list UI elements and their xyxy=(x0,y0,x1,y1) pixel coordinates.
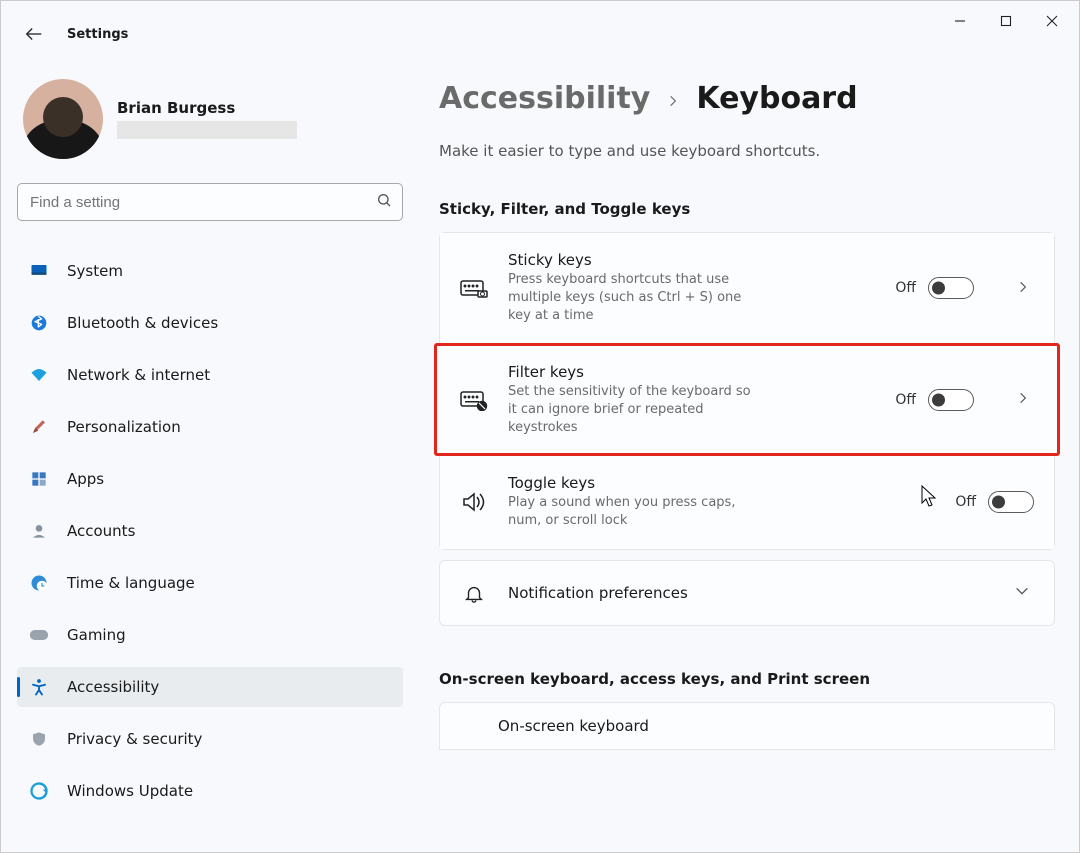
setting-title: Notification preferences xyxy=(508,584,972,602)
person-icon xyxy=(29,521,49,541)
globe-clock-icon xyxy=(29,573,49,593)
expand-button[interactable] xyxy=(1012,386,1034,413)
nav-label: Accessibility xyxy=(67,678,159,696)
setting-row-toggle-keys[interactable]: Toggle keys Play a sound when you press … xyxy=(440,455,1054,548)
toggle-state: Off xyxy=(895,392,916,408)
nav-label: Apps xyxy=(67,470,104,488)
maximize-button[interactable] xyxy=(983,5,1029,37)
keyboard-filter-icon xyxy=(460,389,488,411)
nav-item-system[interactable]: System xyxy=(17,251,403,291)
wifi-icon xyxy=(29,365,49,385)
nav-label: Gaming xyxy=(67,626,126,644)
nav-item-windows-update[interactable]: Windows Update xyxy=(17,771,403,811)
window-titlebar xyxy=(1,1,1079,41)
paintbrush-icon xyxy=(29,417,49,437)
toggle-keys-toggle[interactable] xyxy=(988,491,1034,513)
toggle-state: Off xyxy=(895,280,916,296)
nav-label: Privacy & security xyxy=(67,730,202,748)
nav-label: Time & language xyxy=(67,574,195,592)
sidebar: Brian Burgess System xyxy=(1,71,419,852)
search-box[interactable] xyxy=(17,183,403,221)
apps-icon xyxy=(29,469,49,489)
bell-icon xyxy=(460,582,488,604)
profile-block[interactable]: Brian Burgess xyxy=(17,71,403,183)
chevron-right-icon xyxy=(666,92,680,113)
accessibility-icon xyxy=(29,677,49,697)
search-icon xyxy=(376,192,392,212)
setting-desc: Set the sensitivity of the keyboard so i… xyxy=(508,383,758,438)
search-input[interactable] xyxy=(28,193,376,212)
avatar xyxy=(23,79,103,159)
setting-title: Toggle keys xyxy=(508,474,935,492)
speaker-icon xyxy=(460,491,488,513)
nav-list: System Bluetooth & devices Network & int… xyxy=(17,251,403,811)
gamepad-icon xyxy=(29,625,49,645)
setting-title: On-screen keyboard xyxy=(498,717,649,735)
nav-item-gaming[interactable]: Gaming xyxy=(17,615,403,655)
minimize-button[interactable] xyxy=(937,5,983,37)
toggle-state: Off xyxy=(955,494,976,510)
breadcrumb-parent[interactable]: Accessibility xyxy=(439,81,650,116)
profile-email-redacted xyxy=(117,121,297,139)
shield-icon xyxy=(29,729,49,749)
nav-label: Bluetooth & devices xyxy=(67,314,218,332)
nav-item-network[interactable]: Network & internet xyxy=(17,355,403,395)
setting-desc: Play a sound when you press caps, num, o… xyxy=(508,494,758,530)
monitor-icon xyxy=(29,261,49,281)
close-button[interactable] xyxy=(1029,5,1075,37)
breadcrumb: Accessibility Keyboard xyxy=(439,81,1055,116)
setting-row-notification-preferences[interactable]: Notification preferences xyxy=(439,560,1055,626)
back-button[interactable] xyxy=(19,19,49,49)
nav-label: Windows Update xyxy=(67,782,193,800)
setting-desc: Press keyboard shortcuts that use multip… xyxy=(508,271,758,326)
nav-item-apps[interactable]: Apps xyxy=(17,459,403,499)
nav-label: Network & internet xyxy=(67,366,210,384)
keyboard-icon xyxy=(460,278,488,298)
app-title: Settings xyxy=(67,27,128,42)
content-pane: Accessibility Keyboard Make it easier to… xyxy=(419,71,1079,852)
setting-title: Filter keys xyxy=(508,363,875,381)
page-subtitle: Make it easier to type and use keyboard … xyxy=(439,142,1055,160)
nav-item-accounts[interactable]: Accounts xyxy=(17,511,403,551)
nav-item-time-language[interactable]: Time & language xyxy=(17,563,403,603)
update-icon xyxy=(29,781,49,801)
sticky-keys-toggle[interactable] xyxy=(928,277,974,299)
breadcrumb-current: Keyboard xyxy=(696,81,857,116)
section-title-keys: Sticky, Filter, and Toggle keys xyxy=(439,200,1055,218)
filter-keys-toggle[interactable] xyxy=(928,389,974,411)
expand-button[interactable] xyxy=(1012,275,1034,302)
setting-row-onscreen-keyboard[interactable]: On-screen keyboard xyxy=(439,702,1055,750)
nav-item-accessibility[interactable]: Accessibility xyxy=(17,667,403,707)
nav-label: Personalization xyxy=(67,418,181,436)
nav-item-privacy[interactable]: Privacy & security xyxy=(17,719,403,759)
section-title-osk: On-screen keyboard, access keys, and Pri… xyxy=(439,670,1055,688)
nav-label: Accounts xyxy=(67,522,135,540)
nav-item-personalization[interactable]: Personalization xyxy=(17,407,403,447)
keys-card-list: Sticky keys Press keyboard shortcuts tha… xyxy=(439,232,1055,550)
bluetooth-icon xyxy=(29,313,49,333)
expand-button[interactable] xyxy=(1010,579,1034,607)
setting-row-filter-keys[interactable]: Filter keys Set the sensitivity of the k… xyxy=(435,344,1059,456)
nav-item-bluetooth[interactable]: Bluetooth & devices xyxy=(17,303,403,343)
setting-title: Sticky keys xyxy=(508,251,875,269)
setting-row-sticky-keys[interactable]: Sticky keys Press keyboard shortcuts tha… xyxy=(440,233,1054,344)
nav-label: System xyxy=(67,262,123,280)
profile-username: Brian Burgess xyxy=(117,99,297,117)
